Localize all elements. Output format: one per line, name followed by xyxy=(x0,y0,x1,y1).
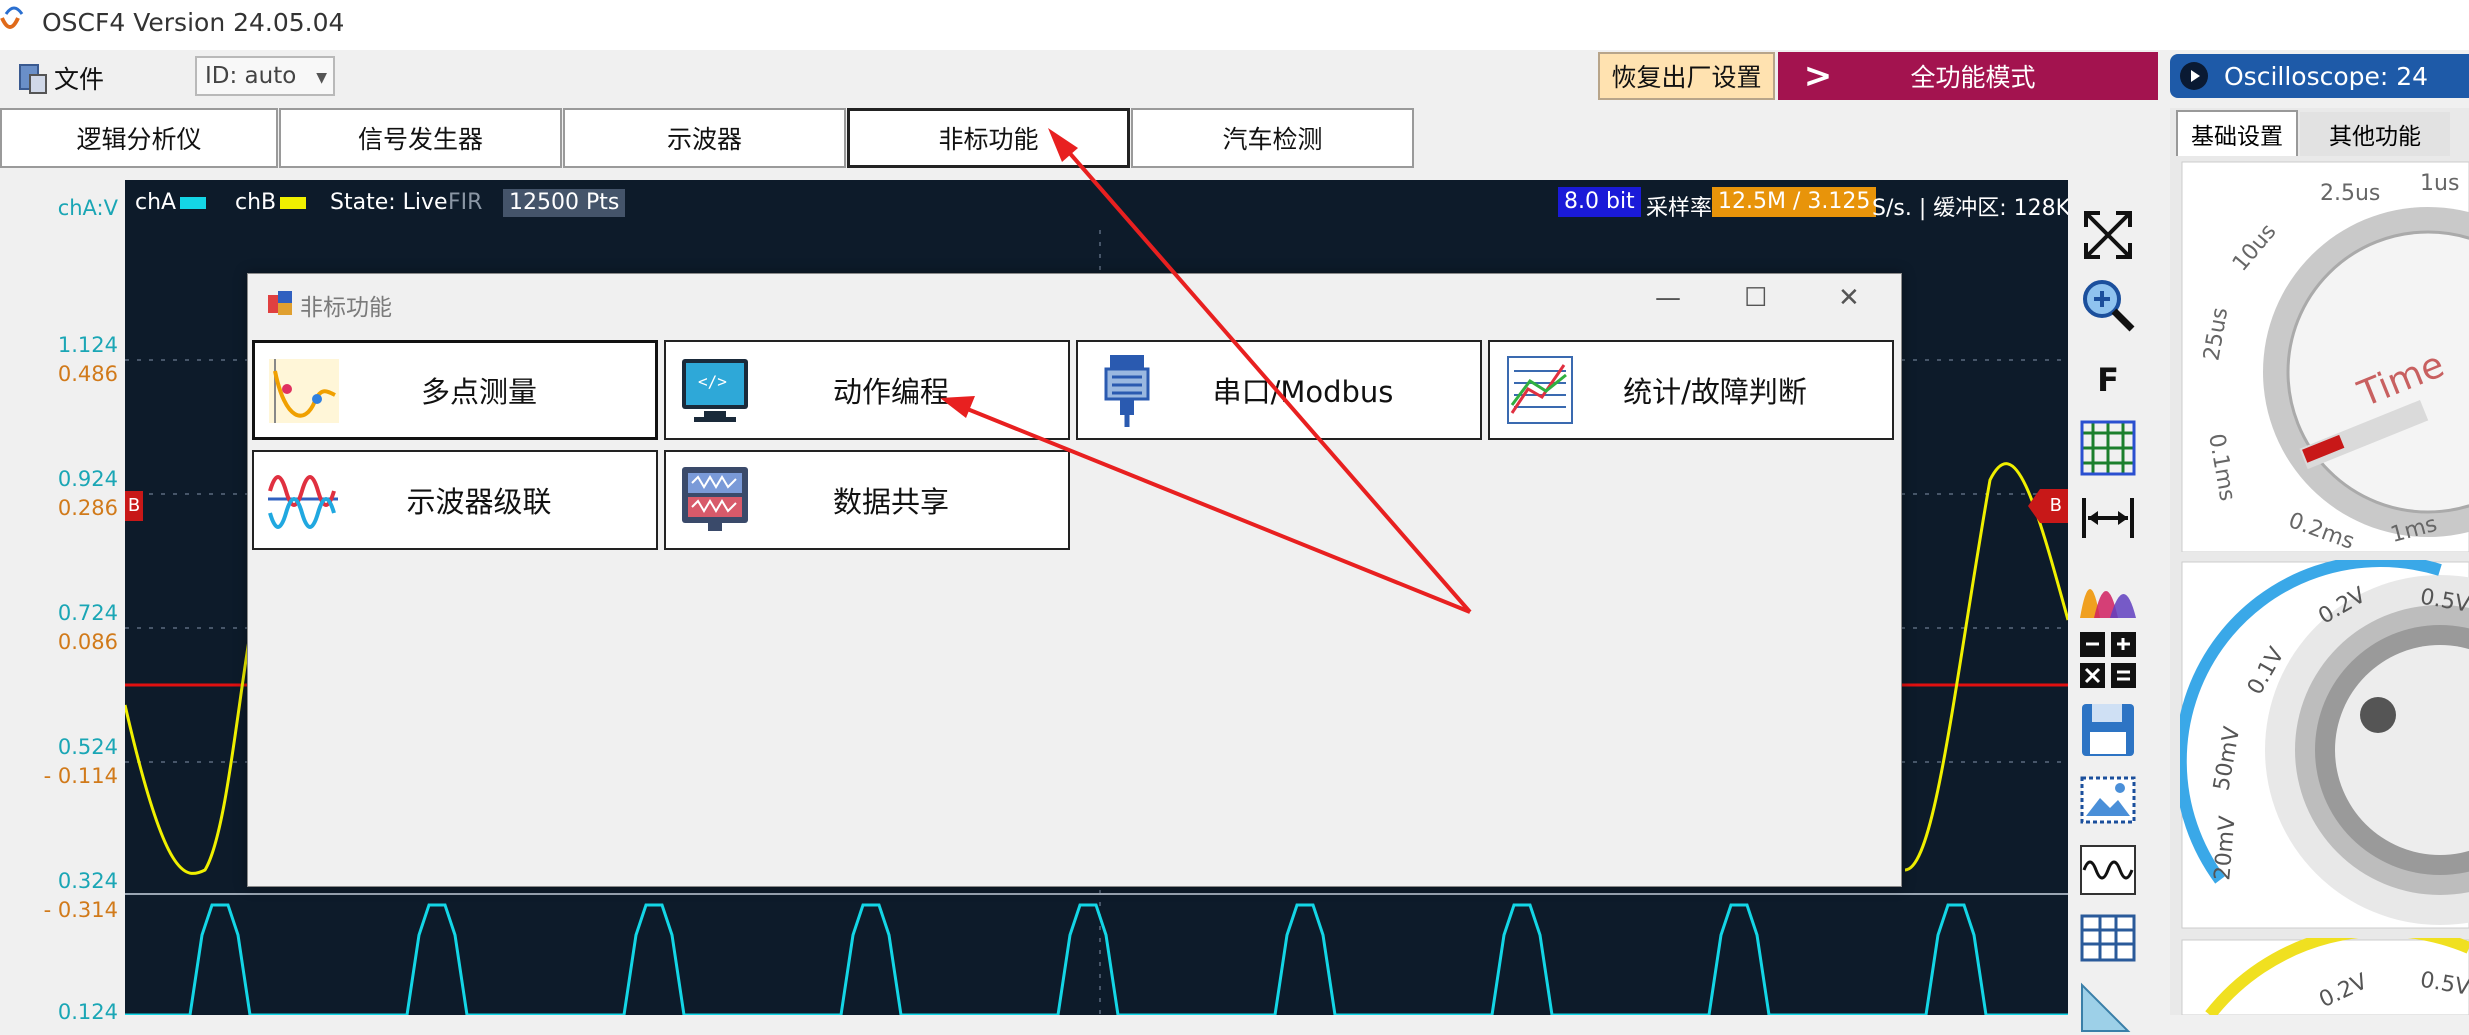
data-share-button[interactable]: 数据共享 xyxy=(664,450,1070,550)
oscilloscope-button[interactable]: Oscilloscope: 24 xyxy=(2170,54,2469,98)
tab-other-functions[interactable]: 其他功能 xyxy=(2300,112,2450,156)
serial-connector-icon xyxy=(1104,355,1150,427)
tab-oscilloscope[interactable]: 示波器 xyxy=(563,108,846,168)
multipoint-measure-button[interactable]: 多点测量 xyxy=(252,340,658,440)
statistics-fault-button[interactable]: 统计/故障判断 xyxy=(1488,340,1894,440)
main-tabs: 逻辑分析仪 信号发生器 示波器 非标功能 汽车检测 xyxy=(0,108,1415,170)
y-label-b: 0.486 xyxy=(57,362,118,386)
spectrum-icon[interactable] xyxy=(2078,560,2138,620)
save-icon[interactable] xyxy=(2078,700,2138,760)
file-menu[interactable]: 文件 xyxy=(18,58,104,98)
fir-label[interactable]: FIR xyxy=(448,190,482,215)
chevron-right-icon: > xyxy=(1803,56,1833,96)
tab-logic-analyzer[interactable]: 逻辑分析仪 xyxy=(0,108,278,168)
tab-nonstandard[interactable]: 非标功能 xyxy=(847,108,1130,168)
y-label-a: 1.124 xyxy=(57,333,118,357)
data-share-label: 数据共享 xyxy=(832,485,949,519)
sample-rate-badge: 12.5M / 3.125 xyxy=(1712,187,1877,217)
y-label-b: - 0.314 xyxy=(43,898,118,922)
points-badge: 12500 Pts xyxy=(503,189,626,217)
bit-depth-badge: 8.0 bit xyxy=(1558,187,1641,217)
action-programming-button[interactable]: </> 动作编程 xyxy=(664,340,1070,440)
serial-modbus-button[interactable]: 串口/Modbus xyxy=(1076,340,1482,440)
y-label-b: - 0.114 xyxy=(43,764,118,788)
full-mode-button[interactable]: > 全功能模式 xyxy=(1778,52,2158,100)
action-programming-label: 动作编程 xyxy=(832,375,949,409)
time-knob[interactable]: Time 2.5us 1us 10us 25us 0.1ms 0.2ms 1ms xyxy=(2180,160,2469,552)
filter-f-button[interactable]: F xyxy=(2078,350,2138,410)
measure-width-icon[interactable] xyxy=(2078,488,2138,548)
multipoint-icon xyxy=(269,359,339,423)
grid-icon[interactable] xyxy=(2078,418,2138,478)
scope-cascade-label: 示波器级联 xyxy=(406,485,552,519)
y-label-a: 0.724 xyxy=(57,601,118,625)
y-label-b: 0.086 xyxy=(57,630,118,654)
title-bar xyxy=(0,0,2469,50)
axis-unit-label: chA:V xyxy=(57,196,118,220)
scope-cascade-button[interactable]: 示波器级联 xyxy=(252,450,658,550)
table-icon[interactable] xyxy=(2078,910,2138,970)
y-label-b: 0.286 xyxy=(57,496,118,520)
multipoint-measure-label: 多点测量 xyxy=(420,375,537,409)
calculator-icon[interactable] xyxy=(2078,630,2138,690)
svg-text:</>: </> xyxy=(698,372,727,391)
file-menu-label: 文件 xyxy=(54,65,105,94)
svg-text:2.5us: 2.5us xyxy=(2320,181,2380,206)
chevron-down-icon: ▼ xyxy=(316,70,327,86)
code-monitor-icon: </> xyxy=(682,359,748,422)
data-share-icon xyxy=(682,467,748,531)
dialog-app-icon xyxy=(268,291,292,315)
y-label-a: 0.124 xyxy=(57,1000,118,1024)
oscilloscope-label: Oscilloscope: 24 xyxy=(2224,61,2429,91)
app-logo-icon xyxy=(0,6,24,29)
dialog-title: 非标功能 xyxy=(300,295,392,321)
tab-basic-settings[interactable]: 基础设置 xyxy=(2176,110,2298,156)
zoom-in-icon[interactable] xyxy=(2078,275,2138,335)
id-select[interactable]: ID: auto ▼ xyxy=(195,56,335,96)
fullscreen-icon[interactable] xyxy=(2078,205,2138,265)
svg-text:1us: 1us xyxy=(2420,171,2459,196)
full-mode-label: 全功能模式 xyxy=(1910,63,2036,92)
ruler-icon[interactable] xyxy=(2078,975,2138,1035)
y-label-a: 0.324 xyxy=(57,869,118,893)
trigger-marker-left[interactable]: B xyxy=(125,491,143,521)
minimize-icon[interactable]: — xyxy=(1655,283,1681,313)
tab-automotive[interactable]: 汽车检测 xyxy=(1131,108,1414,168)
file-menu-icon xyxy=(19,64,47,94)
cascade-waves-icon xyxy=(268,475,338,529)
tab-signal-generator[interactable]: 信号发生器 xyxy=(279,108,562,168)
channel-b-label[interactable]: chB xyxy=(235,190,307,215)
serial-modbus-label: 串口/Modbus xyxy=(1212,375,1394,409)
volt-knob-a[interactable]: 0.2V 0.5V 0.1V 50mV 20mV xyxy=(2180,560,2469,930)
buffer-label: S/s. | 缓冲区: 128K. xyxy=(1872,196,2078,221)
statistics-fault-label: 统计/故障判断 xyxy=(1623,375,1807,409)
sample-rate-label: 采样率 xyxy=(1646,196,1713,221)
statistics-chart-icon xyxy=(1507,356,1573,424)
volt-knob-b[interactable]: 0.2V 0.5V xyxy=(2180,938,2469,1015)
y-label-a: 0.524 xyxy=(57,735,118,759)
waveform-icon[interactable] xyxy=(2078,840,2138,900)
y-label-a: 0.924 xyxy=(57,467,118,491)
state-label: State: Live xyxy=(330,190,448,215)
maximize-icon[interactable]: ☐ xyxy=(1744,283,1767,313)
screenshot-icon[interactable] xyxy=(2078,770,2138,830)
play-icon xyxy=(2180,62,2208,90)
factory-reset-button[interactable]: 恢复出厂设置 xyxy=(1598,52,1775,100)
id-select-value: ID: auto xyxy=(205,63,297,89)
channel-a-label[interactable]: chA xyxy=(135,190,207,215)
app-title: OSCF4 Version 24.05.04 xyxy=(42,8,345,37)
close-icon[interactable]: ✕ xyxy=(1838,283,1860,313)
